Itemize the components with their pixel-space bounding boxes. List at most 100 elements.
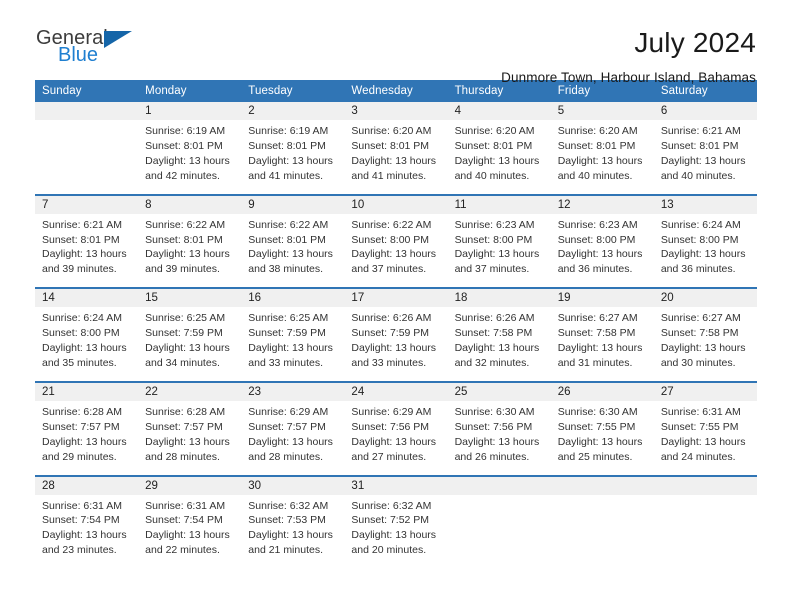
day-number[interactable]: 15 [138, 289, 242, 308]
sunrise-time: Sunrise: 6:31 AM [42, 499, 122, 512]
day-number-row: 28 29 30 31 [35, 476, 757, 495]
sunset-time: Sunset: 8:01 PM [351, 139, 430, 152]
day-cell[interactable]: Sunrise: 6:31 AM Sunset: 7:55 PM Daylight:… [653, 400, 757, 475]
sunrise-time: Sunrise: 6:26 AM [454, 312, 535, 325]
day-number[interactable]: 26 [550, 382, 654, 401]
day-detail-row: Sunrise: 6:31 AM Sunset: 7:54 PM Daylight:… [35, 494, 757, 569]
daylight-duration-line2: and 21 minutes. [248, 544, 323, 557]
day-number[interactable]: 13 [653, 195, 757, 214]
day-cell[interactable]: Sunrise: 6:28 AM Sunset: 7:57 PM Daylight:… [138, 400, 242, 475]
day-cell[interactable]: Sunrise: 6:26 AM Sunset: 7:58 PM Daylight:… [447, 307, 551, 381]
day-cell[interactable]: Sunrise: 6:28 AM Sunset: 7:57 PM Daylight:… [35, 400, 139, 475]
day-number[interactable]: 3 [344, 102, 448, 120]
sunrise-time: Sunrise: 6:21 AM [660, 125, 741, 137]
day-number[interactable]: 24 [344, 382, 448, 401]
sunrise-time: Sunrise: 6:24 AM [660, 218, 741, 231]
day-number[interactable]: 23 [241, 382, 345, 401]
day-number[interactable]: 29 [138, 476, 242, 495]
day-cell[interactable]: Sunrise: 6:24 AM Sunset: 8:00 PM Daylight:… [35, 307, 139, 381]
day-number-row: 21 22 23 24 25 26 27 [35, 382, 757, 401]
daylight-duration-line1: Daylight: 13 hours [351, 248, 437, 261]
day-cell[interactable]: Sunrise: 6:25 AM Sunset: 7:59 PM Daylight:… [138, 307, 242, 381]
weekday-header-sunday: Sunday [35, 80, 139, 102]
day-cell[interactable]: Sunrise: 6:21 AM Sunset: 8:01 PM Daylight:… [35, 213, 139, 288]
daylight-duration-line1: Daylight: 13 hours [42, 529, 127, 542]
day-cell[interactable]: Sunrise: 6:22 AM Sunset: 8:01 PM Daylight:… [138, 213, 242, 288]
day-number[interactable]: 2 [241, 102, 345, 120]
day-number[interactable]: 16 [241, 289, 345, 308]
day-cell[interactable]: Sunrise: 6:20 AM Sunset: 8:01 PM Daylight:… [447, 120, 551, 194]
day-cell[interactable]: Sunrise: 6:19 AM Sunset: 8:01 PM Daylight:… [138, 120, 242, 194]
day-number[interactable]: 21 [35, 382, 139, 401]
day-detail-row: Sunrise: 6:21 AM Sunset: 8:01 PM Daylight:… [35, 213, 757, 288]
day-cell[interactable]: Sunrise: 6:29 AM Sunset: 7:56 PM Daylight:… [344, 400, 448, 475]
day-cell[interactable]: Sunrise: 6:29 AM Sunset: 7:57 PM Daylight:… [241, 400, 345, 475]
day-cell[interactable]: Sunrise: 6:26 AM Sunset: 7:59 PM Daylight:… [344, 307, 448, 381]
day-cell[interactable]: Sunrise: 6:21 AM Sunset: 8:01 PM Daylight:… [653, 120, 757, 194]
daylight-duration-line2: and 28 minutes. [248, 450, 323, 463]
day-cell[interactable]: Sunrise: 6:31 AM Sunset: 7:54 PM Daylight:… [138, 494, 242, 569]
daylight-duration-line1: Daylight: 13 hours [660, 342, 746, 355]
day-number[interactable]: 14 [35, 289, 139, 308]
day-cell[interactable]: Sunrise: 6:24 AM Sunset: 8:00 PM Daylight:… [653, 213, 757, 288]
day-number[interactable]: 6 [653, 102, 757, 120]
day-cell[interactable]: Sunrise: 6:30 AM Sunset: 7:55 PM Daylight:… [550, 400, 654, 475]
day-cell[interactable]: Sunrise: 6:22 AM Sunset: 8:00 PM Daylight:… [344, 213, 448, 288]
day-number[interactable]: 19 [550, 289, 654, 308]
day-number[interactable]: 12 [550, 195, 654, 214]
day-number[interactable]: 4 [447, 102, 551, 120]
daylight-duration-line1: Daylight: 13 hours [454, 342, 540, 355]
location-subtitle: Dunmore Town, Harbour Island, Bahamas [501, 69, 756, 85]
day-number[interactable]: 11 [447, 195, 551, 214]
day-number[interactable]: 8 [138, 195, 242, 214]
daylight-duration-line2: and 37 minutes. [454, 263, 530, 276]
day-cell[interactable]: Sunrise: 6:30 AM Sunset: 7:56 PM Daylight:… [447, 400, 551, 475]
day-cell[interactable]: Sunrise: 6:32 AM Sunset: 7:53 PM Daylight:… [241, 494, 345, 569]
day-number[interactable]: 10 [344, 195, 448, 214]
daylight-duration-line1: Daylight: 13 hours [145, 435, 230, 448]
daylight-duration-line2: and 33 minutes. [248, 356, 323, 369]
day-number[interactable]: 25 [447, 382, 551, 401]
day-number[interactable]: 31 [344, 476, 448, 495]
day-cell[interactable]: Sunrise: 6:27 AM Sunset: 7:58 PM Daylight:… [550, 307, 654, 381]
day-cell[interactable]: Sunrise: 6:20 AM Sunset: 8:01 PM Daylight:… [344, 120, 448, 194]
day-number[interactable]: 17 [344, 289, 448, 308]
day-cell[interactable]: Sunrise: 6:20 AM Sunset: 8:01 PM Daylight:… [550, 120, 654, 194]
daylight-duration-line1: Daylight: 13 hours [557, 342, 643, 355]
day-number[interactable]: 22 [138, 382, 242, 401]
sunrise-time: Sunrise: 6:29 AM [248, 405, 329, 418]
day-number[interactable]: 5 [550, 102, 654, 120]
day-number[interactable]: 7 [35, 195, 139, 214]
logo-triangle-icon [104, 31, 132, 48]
day-number[interactable]: 30 [241, 476, 345, 495]
sunrise-time: Sunrise: 6:22 AM [145, 218, 226, 231]
day-number[interactable]: 18 [447, 289, 551, 308]
daylight-duration-line1: Daylight: 13 hours [557, 154, 643, 167]
daylight-duration-line2: and 41 minutes. [248, 169, 323, 182]
day-number-empty [653, 476, 757, 495]
day-number[interactable]: 1 [138, 102, 242, 120]
weekday-header-monday: Monday [138, 80, 242, 102]
daylight-duration-line1: Daylight: 13 hours [248, 529, 333, 542]
day-detail-row: Sunrise: 6:28 AM Sunset: 7:57 PM Daylight:… [35, 400, 757, 475]
day-cell[interactable]: Sunrise: 6:22 AM Sunset: 8:01 PM Daylight:… [241, 213, 345, 288]
sunrise-time: Sunrise: 6:19 AM [145, 125, 226, 137]
day-cell[interactable]: Sunrise: 6:25 AM Sunset: 7:59 PM Daylight:… [241, 307, 345, 381]
day-cell[interactable]: Sunrise: 6:32 AM Sunset: 7:52 PM Daylight:… [344, 494, 448, 569]
day-cell[interactable]: Sunrise: 6:31 AM Sunset: 7:54 PM Daylight:… [35, 494, 139, 569]
sunrise-time: Sunrise: 6:27 AM [557, 312, 638, 325]
day-number[interactable]: 20 [653, 289, 757, 308]
daylight-duration-line2: and 31 minutes. [557, 356, 633, 369]
day-cell[interactable]: Sunrise: 6:27 AM Sunset: 7:58 PM Daylight:… [653, 307, 757, 381]
day-number[interactable]: 9 [241, 195, 345, 214]
day-cell[interactable]: Sunrise: 6:23 AM Sunset: 8:00 PM Daylight:… [550, 213, 654, 288]
daylight-duration-line2: and 30 minutes. [660, 356, 736, 369]
day-cell[interactable]: Sunrise: 6:23 AM Sunset: 8:00 PM Daylight:… [447, 213, 551, 288]
weekday-header-wednesday: Wednesday [344, 80, 448, 102]
daylight-duration-line2: and 29 minutes. [42, 450, 117, 463]
sunrise-time: Sunrise: 6:24 AM [42, 312, 122, 325]
day-number[interactable]: 28 [35, 476, 139, 495]
general-blue-logo: General Blue [36, 28, 156, 74]
day-number[interactable]: 27 [653, 382, 757, 401]
day-cell[interactable]: Sunrise: 6:19 AM Sunset: 8:01 PM Daylight:… [241, 120, 345, 194]
